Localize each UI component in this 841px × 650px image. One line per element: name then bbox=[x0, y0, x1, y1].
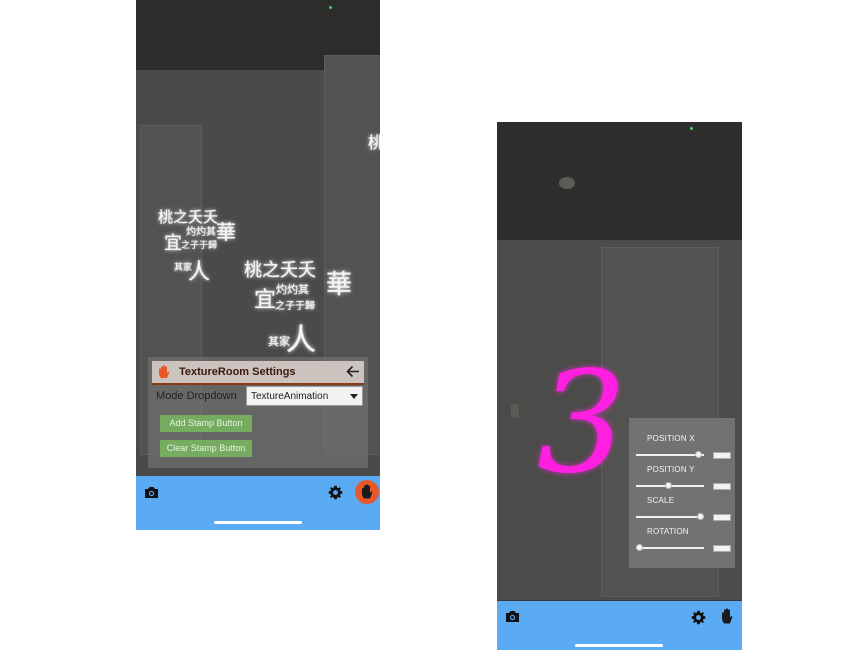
stamp-text: 灼灼其 bbox=[276, 283, 309, 296]
stamp-text: 之子于歸 bbox=[275, 301, 315, 312]
position-x-slider-knob[interactable] bbox=[695, 451, 703, 458]
scale-label: SCALE bbox=[647, 496, 675, 505]
hand-tool-button[interactable] bbox=[355, 480, 379, 504]
mode-dropdown[interactable]: TextureAnimation bbox=[246, 386, 363, 406]
stamp-text: 宜 bbox=[254, 288, 277, 313]
rotation-slider-knob[interactable] bbox=[635, 544, 643, 551]
gear-icon[interactable] bbox=[328, 485, 343, 500]
stamp-text: 灼灼其 bbox=[186, 227, 216, 238]
panel-title: TextureRoom Settings bbox=[179, 366, 296, 378]
hand-icon[interactable] bbox=[720, 607, 734, 625]
stamp-text: 之子于歸 bbox=[181, 241, 218, 251]
mode-dropdown-value: TextureAnimation bbox=[251, 391, 329, 402]
wall-switch bbox=[511, 404, 519, 418]
gear-icon[interactable] bbox=[691, 610, 706, 625]
stamp-text: 華 bbox=[216, 220, 236, 244]
stamp-text: 人 bbox=[188, 260, 211, 285]
mode-dropdown-label: Mode Dropdown bbox=[156, 390, 237, 402]
stamp-text: 華 bbox=[326, 270, 353, 300]
clear-stamp-button[interactable]: Clear Stamp Button bbox=[160, 440, 252, 457]
rotation-value-field[interactable] bbox=[713, 545, 731, 552]
position-x-slider[interactable] bbox=[636, 454, 704, 456]
right-phone-screen: 3 POSITION X POSITION Y SCALE ROTATION bbox=[497, 122, 742, 650]
hand-icon bbox=[362, 484, 373, 499]
panel-header: TextureRoom Settings bbox=[152, 361, 364, 385]
position-x-value-field[interactable] bbox=[713, 452, 731, 459]
home-indicator bbox=[575, 644, 663, 647]
back-arrow-icon[interactable] bbox=[346, 365, 360, 378]
scale-value-field[interactable] bbox=[713, 514, 731, 521]
hand-icon bbox=[159, 365, 170, 378]
chevron-down-icon bbox=[350, 394, 358, 399]
position-x-label: POSITION X bbox=[647, 434, 695, 443]
tracking-dot bbox=[329, 6, 332, 9]
camera-view: 3 bbox=[497, 122, 742, 650]
scale-slider-knob[interactable] bbox=[697, 513, 705, 520]
stamp-text: 桃之夭夭 bbox=[158, 208, 219, 226]
position-y-slider-knob[interactable] bbox=[665, 482, 673, 489]
texture-number-overlay: 3 bbox=[537, 342, 627, 505]
rotation-slider[interactable] bbox=[636, 547, 704, 549]
left-phone-screen: 桃之夭夭 灼灼其 華 宜 之子于歸 其家 人 桃之夭夭 灼灼其 華 宜 之子于歸… bbox=[136, 0, 380, 530]
ceiling bbox=[497, 122, 742, 240]
camera-icon[interactable] bbox=[505, 610, 520, 623]
stamp-text: 人 bbox=[286, 323, 316, 358]
stamp-text: 桃之夭夭 bbox=[244, 260, 316, 281]
camera-icon[interactable] bbox=[144, 486, 159, 499]
transform-panel: POSITION X POSITION Y SCALE ROTATION bbox=[629, 418, 735, 568]
rotation-label: ROTATION bbox=[647, 527, 689, 536]
position-y-value-field[interactable] bbox=[713, 483, 731, 490]
bottom-toolbar bbox=[497, 601, 742, 650]
position-y-label: POSITION Y bbox=[647, 465, 695, 474]
tracking-dot bbox=[690, 127, 693, 130]
bottom-toolbar bbox=[136, 476, 380, 530]
stamp-text: 宜 bbox=[164, 233, 182, 254]
stamp-text: 桃之夭夭 bbox=[368, 133, 380, 152]
home-indicator bbox=[214, 521, 302, 524]
smoke-detector bbox=[559, 177, 575, 189]
scale-slider[interactable] bbox=[636, 516, 704, 518]
texture-room-settings-panel: TextureRoom Settings Mode Dropdown Textu… bbox=[148, 357, 368, 468]
add-stamp-button[interactable]: Add Stamp Button bbox=[160, 415, 252, 432]
